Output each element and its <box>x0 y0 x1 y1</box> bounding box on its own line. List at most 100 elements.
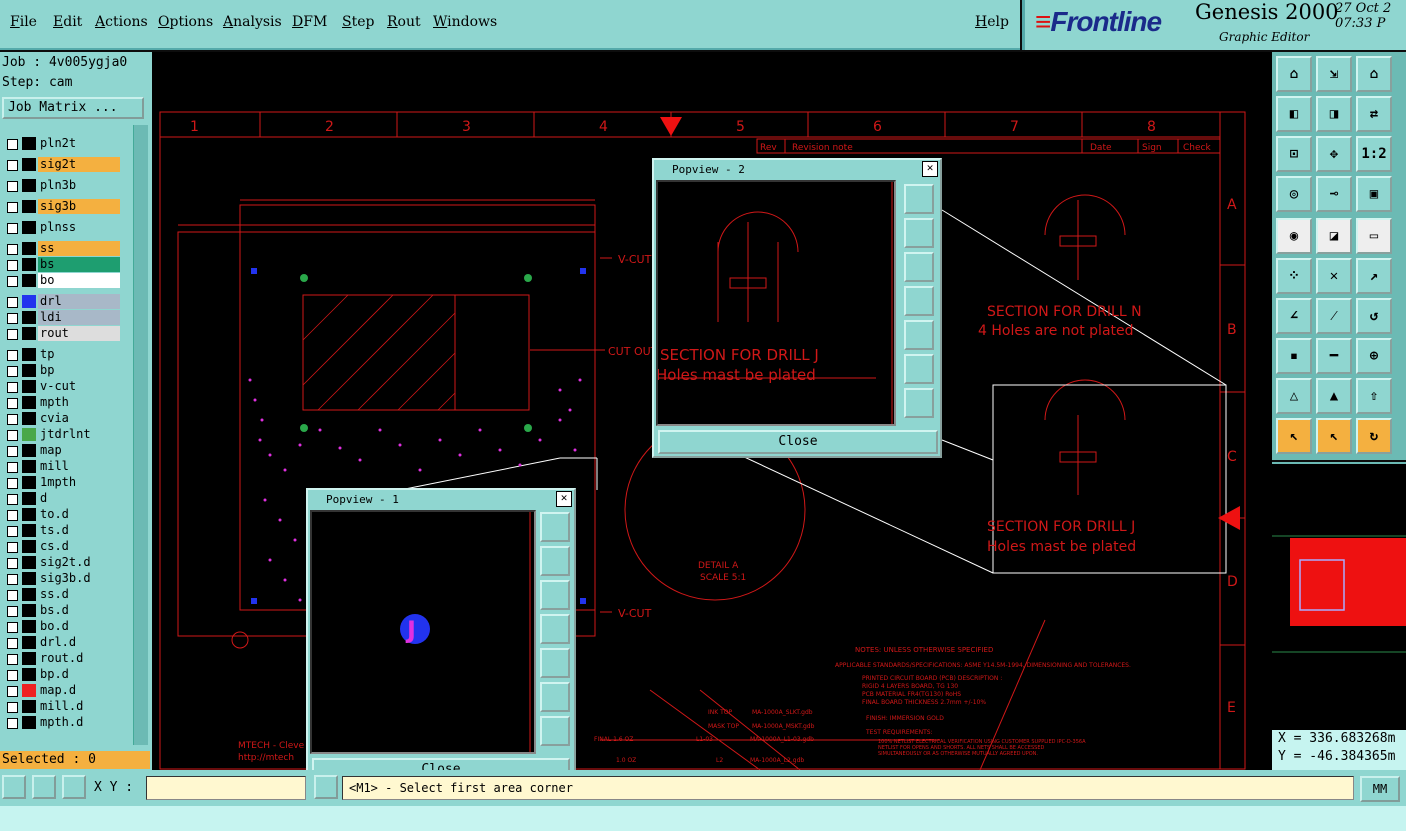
layer-row-sig3b-d[interactable]: sig3b.d <box>2 571 120 586</box>
popview-1-view[interactable]: J <box>310 510 536 754</box>
key-icon[interactable]: ⊸ <box>1316 176 1352 212</box>
layer-checkbox[interactable] <box>7 574 18 585</box>
layer-checkbox[interactable] <box>7 446 18 457</box>
layer-name[interactable]: to.d <box>38 507 120 522</box>
layer-name[interactable]: bo <box>38 273 120 288</box>
popview-1-expand-icon[interactable] <box>540 716 570 746</box>
layer-checkbox[interactable] <box>7 702 18 713</box>
layer-color-swatch[interactable] <box>22 158 36 171</box>
layer-name[interactable]: ss <box>38 241 120 256</box>
menu-actions[interactable]: Actions <box>95 14 148 30</box>
pan-right-icon[interactable]: ◨ <box>1316 96 1352 132</box>
layer-name[interactable]: cs.d <box>38 539 120 554</box>
pointer-rotate-icon[interactable]: ↻ <box>1356 418 1392 454</box>
popview-1-title[interactable]: Popview - 1 <box>310 492 572 508</box>
layer-row-bs-d[interactable]: bs.d <box>2 603 120 618</box>
layer-checkbox[interactable] <box>7 223 18 234</box>
layer-color-swatch[interactable] <box>22 200 36 213</box>
layer-name[interactable]: rout.d <box>38 651 120 666</box>
line-icon[interactable]: ∠ <box>1276 298 1312 334</box>
layer-color-swatch[interactable] <box>22 604 36 617</box>
layer-checkbox[interactable] <box>7 202 18 213</box>
layer-checkbox[interactable] <box>7 244 18 255</box>
layer-color-swatch[interactable] <box>22 311 36 324</box>
layer-checkbox[interactable] <box>7 526 18 537</box>
layers-toggle-icon[interactable]: ▣ <box>1356 176 1392 212</box>
layer-name[interactable]: drl <box>38 294 120 309</box>
layer-row-mpth[interactable]: mpth <box>2 395 120 410</box>
layer-color-swatch[interactable] <box>22 492 36 505</box>
slash-icon[interactable]: ⁄ <box>1316 298 1352 334</box>
trace-icon[interactable]: ━ <box>1316 338 1352 374</box>
delete-icon[interactable]: ✕ <box>1316 258 1352 294</box>
layer-name[interactable]: jtdrlnt <box>38 427 120 442</box>
layer-color-swatch[interactable] <box>22 620 36 633</box>
layer-checkbox[interactable] <box>7 260 18 271</box>
layer-row-sig3b[interactable]: sig3b <box>2 199 120 214</box>
layer-checkbox[interactable] <box>7 329 18 340</box>
layer-name[interactable]: mill <box>38 459 120 474</box>
popview-2-close-icon[interactable]: ✕ <box>922 161 938 177</box>
layer-name[interactable]: ldi <box>38 310 120 325</box>
layer-name[interactable]: 1mpth <box>38 475 120 490</box>
move-icon[interactable]: ↗ <box>1356 258 1392 294</box>
layer-row-ldi[interactable]: ldi <box>2 310 120 325</box>
layer-color-swatch[interactable] <box>22 572 36 585</box>
popview-2-view[interactable]: SECTION FOR DRILL J Holes mast be plated <box>656 180 896 426</box>
layer-name[interactable]: mill.d <box>38 699 120 714</box>
pan-left-icon[interactable]: ◧ <box>1276 96 1312 132</box>
layer-row-bp[interactable]: bp <box>2 363 120 378</box>
layer-row-cs-d[interactable]: cs.d <box>2 539 120 554</box>
layer-color-swatch[interactable] <box>22 716 36 729</box>
layer-name[interactable]: drl.d <box>38 635 120 650</box>
layer-row-map-d[interactable]: map.d <box>2 683 120 698</box>
layer-row-bp-d[interactable]: bp.d <box>2 667 120 682</box>
layer-name[interactable]: bp <box>38 363 120 378</box>
layer-checkbox[interactable] <box>7 670 18 681</box>
layer-color-swatch[interactable] <box>22 540 36 553</box>
layer-name[interactable]: tp <box>38 347 120 362</box>
layer-checkbox[interactable] <box>7 462 18 473</box>
layer-name[interactable]: pln3b <box>38 178 120 193</box>
layer-name[interactable]: sig2t <box>38 157 120 172</box>
popview-2-shrink-icon[interactable] <box>904 354 934 384</box>
layer-checkbox[interactable] <box>7 414 18 425</box>
layer-checkbox[interactable] <box>7 638 18 649</box>
scale-1-2-icon[interactable]: 1:2 <box>1356 136 1392 172</box>
layer-checkbox[interactable] <box>7 382 18 393</box>
popview-1-left-icon[interactable] <box>540 614 570 644</box>
layer-row-ss-d[interactable]: ss.d <box>2 587 120 602</box>
layer-row-pln3b[interactable]: pln3b <box>2 178 120 193</box>
layer-color-swatch[interactable] <box>22 327 36 340</box>
layer-color-swatch[interactable] <box>22 179 36 192</box>
layer-name[interactable]: ts.d <box>38 523 120 538</box>
layer-row-1mpth[interactable]: 1mpth <box>2 475 120 490</box>
layer-checkbox[interactable] <box>7 181 18 192</box>
layer-checkbox[interactable] <box>7 313 18 324</box>
layer-checkbox[interactable] <box>7 398 18 409</box>
popview-2-up-icon[interactable] <box>904 218 934 248</box>
popview-2-close-button[interactable]: Close <box>658 430 938 454</box>
layer-color-swatch[interactable] <box>22 396 36 409</box>
layer-color-swatch[interactable] <box>22 412 36 425</box>
layer-color-swatch[interactable] <box>22 476 36 489</box>
layer-color-swatch[interactable] <box>22 684 36 697</box>
layer-color-swatch[interactable] <box>22 380 36 393</box>
layer-name[interactable]: d <box>38 491 120 506</box>
ruler-icon[interactable]: ▭ <box>1356 218 1392 254</box>
layer-row-mill-d[interactable]: mill.d <box>2 699 120 714</box>
popview-2-expand-icon[interactable] <box>904 388 934 418</box>
connect-icon[interactable]: ⁘ <box>1276 258 1312 294</box>
palette-icon[interactable]: ◎ <box>1276 176 1312 212</box>
feature-select-icon[interactable]: ◉ <box>1276 218 1312 254</box>
popview-2-down-icon[interactable] <box>904 252 934 282</box>
menu-help[interactable]: Help <box>975 14 1009 30</box>
layer-checkbox[interactable] <box>7 478 18 489</box>
layer-row-bs[interactable]: bs <box>2 257 120 272</box>
layer-name[interactable]: pln2t <box>38 136 120 151</box>
layer-color-swatch[interactable] <box>22 700 36 713</box>
layer-color-swatch[interactable] <box>22 428 36 441</box>
triangle-icon[interactable]: △ <box>1276 378 1312 414</box>
layer-name[interactable]: plnss <box>38 220 120 235</box>
layer-name[interactable]: rout <box>38 326 120 341</box>
